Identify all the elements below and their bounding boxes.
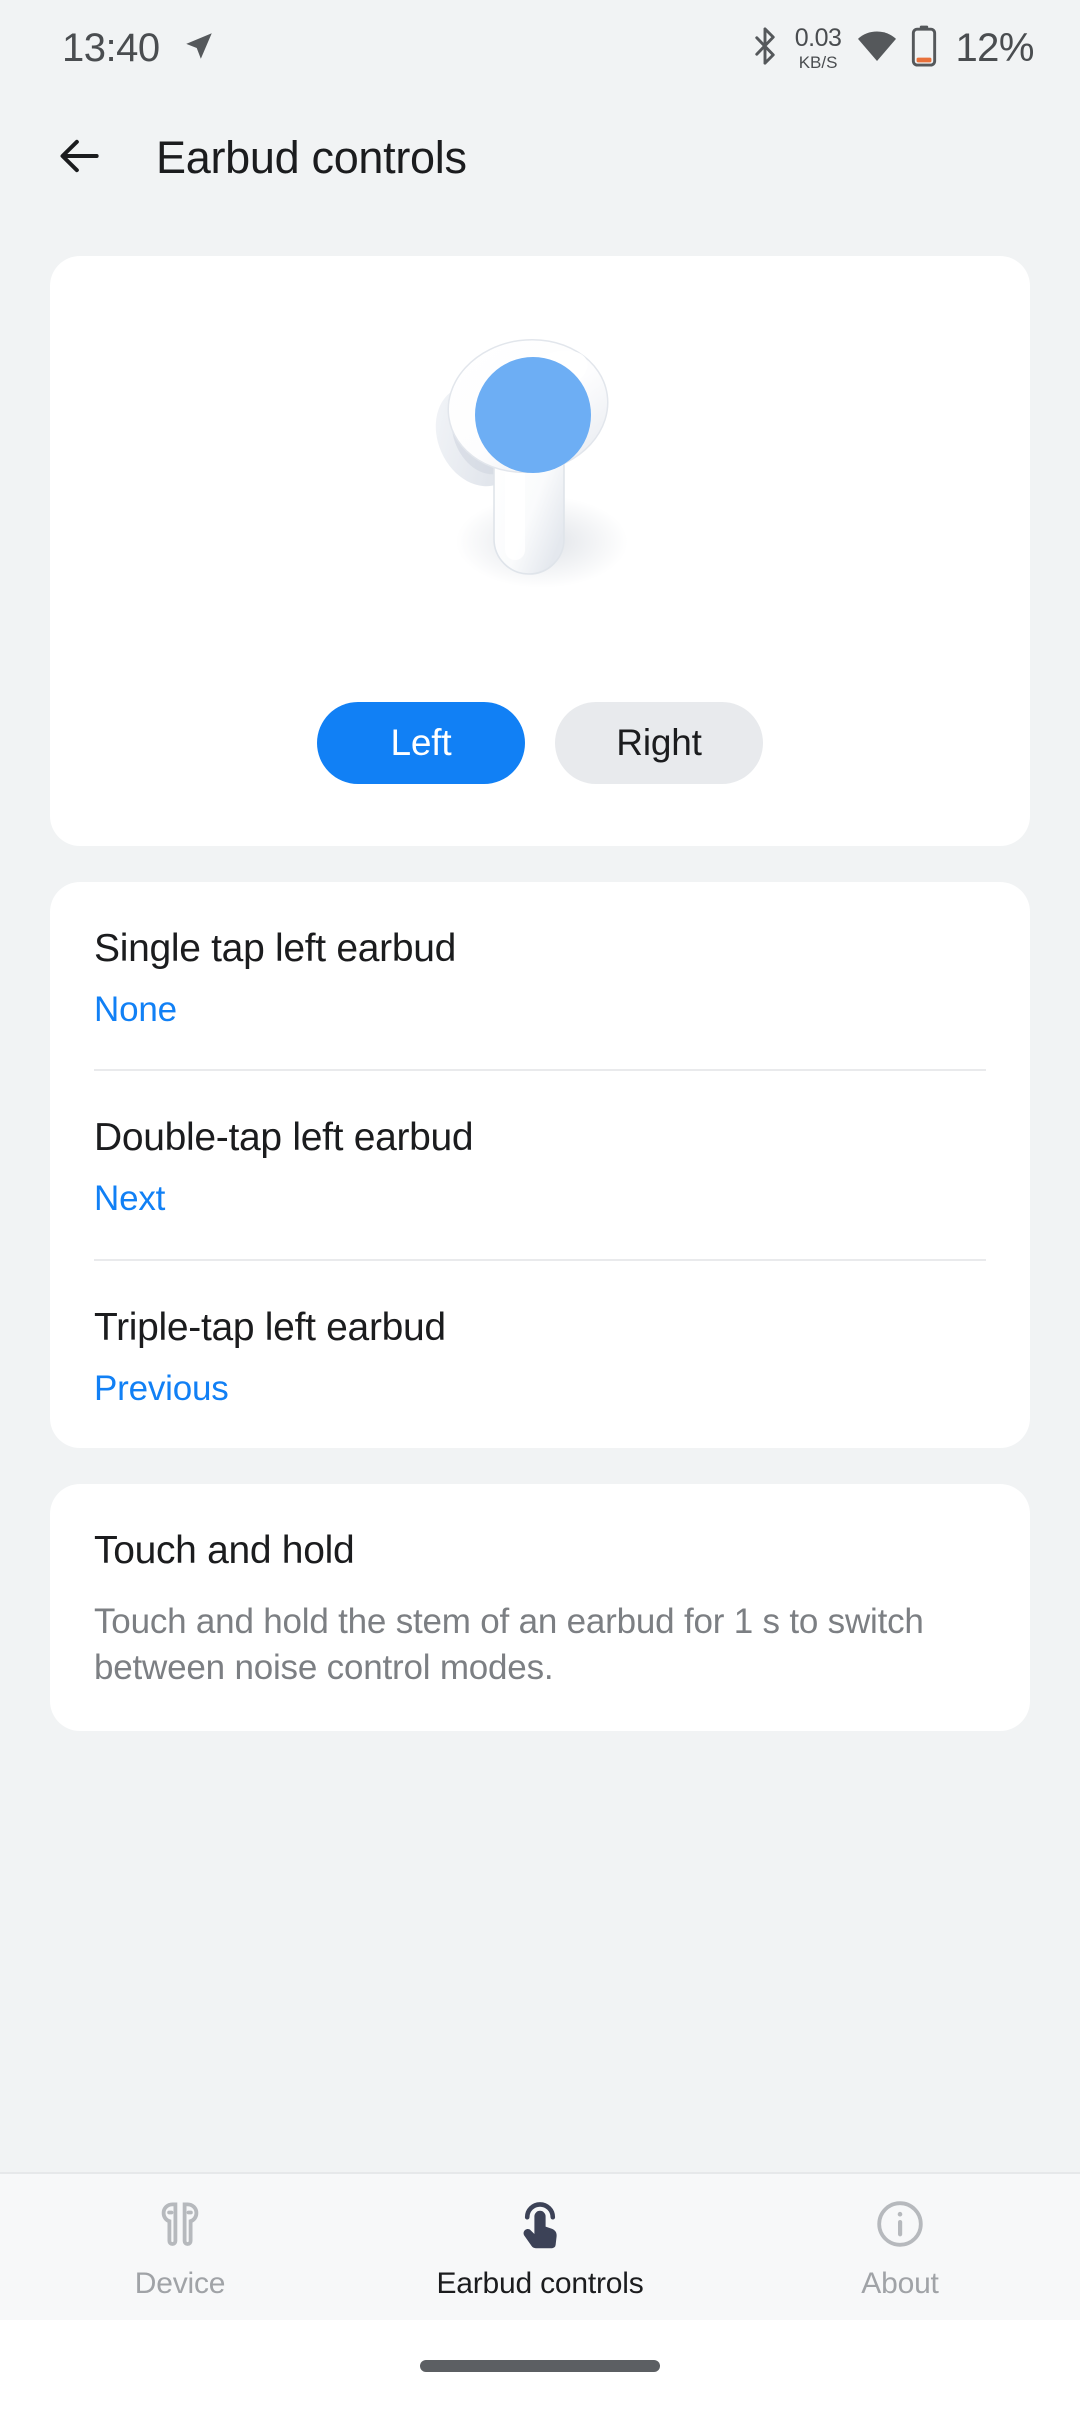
- setting-value: None: [94, 989, 177, 1029]
- content-scroll-area[interactable]: Left Right Single tap left earbud None D…: [0, 220, 1080, 2172]
- setting-value: Next: [94, 1179, 166, 1219]
- battery-low-icon: [911, 25, 937, 72]
- app-screen: 13:40 0.03 KB/S 12% Earbud controls Left…: [0, 0, 1080, 2412]
- nav-tab-label: Earbud controls: [436, 2266, 644, 2300]
- navigation-arrow-icon: [182, 29, 216, 68]
- network-speed-indicator: 0.03 KB/S: [794, 23, 842, 72]
- battery-percent: 12%: [955, 25, 1034, 70]
- status-bar: 13:40 0.03 KB/S 12%: [0, 0, 1080, 96]
- setting-title: Triple-tap left earbud: [94, 1305, 446, 1349]
- wifi-icon: [857, 30, 897, 67]
- earbud-side-left-button[interactable]: Left: [317, 702, 525, 784]
- back-button[interactable]: [50, 128, 110, 188]
- status-bar-left: 13:40: [62, 26, 216, 71]
- info-circle-icon: [872, 2194, 928, 2254]
- status-bar-right: 0.03 KB/S 12%: [749, 25, 1034, 72]
- system-gesture-area: [0, 2320, 1080, 2412]
- nav-tab-earbud-controls[interactable]: Earbud controls: [360, 2174, 720, 2320]
- setting-double-tap[interactable]: Double-tap left earbud Next: [94, 1069, 986, 1258]
- nav-tab-label: About: [861, 2266, 939, 2300]
- setting-title: Double-tap left earbud: [94, 1116, 474, 1160]
- setting-value: Previous: [94, 1368, 229, 1408]
- app-bar: Earbud controls: [0, 96, 1080, 220]
- nav-tab-device[interactable]: Device: [0, 2174, 360, 2320]
- page-title: Earbud controls: [156, 132, 467, 183]
- network-speed-value: 0.03: [794, 23, 842, 52]
- bluetooth-icon: [749, 26, 781, 70]
- touch-and-hold-title: Touch and hold: [94, 1529, 355, 1573]
- setting-single-tap[interactable]: Single tap left earbud None: [94, 882, 986, 1069]
- earbud-side-toggle: Left Right: [50, 702, 1030, 784]
- nav-tab-about[interactable]: About: [720, 2174, 1080, 2320]
- back-arrow-icon: [55, 131, 105, 186]
- earbud-side-right-button[interactable]: Right: [555, 702, 763, 784]
- status-time: 13:40: [62, 25, 160, 70]
- home-gesture-bar[interactable]: [420, 2360, 660, 2372]
- earbud-preview-card: Left Right: [50, 256, 1030, 846]
- earbuds-icon: [152, 2194, 208, 2254]
- left-earbud-illustration: [390, 328, 690, 628]
- bottom-navigation-bar: Device Earbud controls About: [0, 2172, 1080, 2320]
- setting-title: Single tap left earbud: [94, 927, 456, 970]
- touch-and-hold-card[interactable]: Touch and hold Touch and hold the stem o…: [50, 1484, 1030, 1732]
- network-speed-unit: KB/S: [798, 52, 838, 72]
- touch-gesture-icon: [512, 2194, 568, 2254]
- tap-actions-card: Single tap left earbud None Double-tap l…: [50, 882, 1030, 1449]
- touch-and-hold-description: Touch and hold the stem of an earbud for…: [94, 1602, 924, 1688]
- setting-triple-tap[interactable]: Triple-tap left earbud Previous: [94, 1258, 986, 1448]
- nav-tab-label: Device: [134, 2266, 226, 2300]
